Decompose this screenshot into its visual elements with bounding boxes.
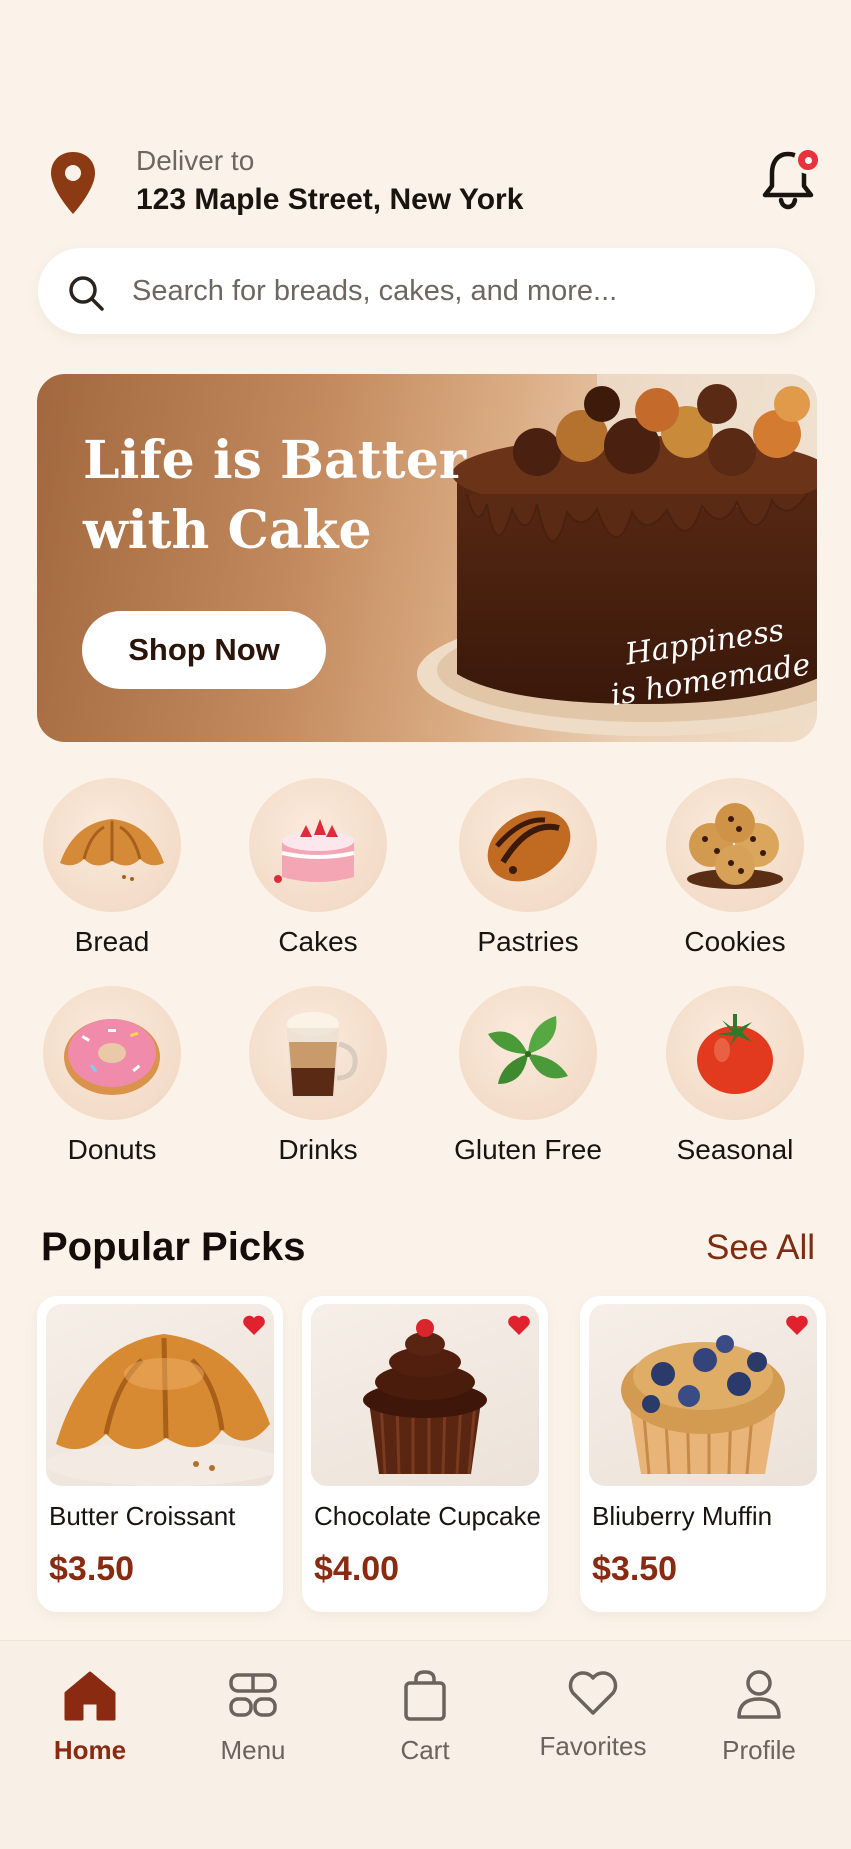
delivery-header: Deliver to 123 Maple Street, New York [48, 140, 822, 220]
category-label: Cookies [684, 926, 786, 957]
see-all-link[interactable]: See All [706, 1228, 815, 1268]
product-card-butter-croissant[interactable]: Butter Croissant $3.50 [37, 1296, 283, 1612]
product-image [589, 1304, 817, 1486]
search-icon [69, 276, 104, 311]
croissant-icon [60, 819, 164, 881]
delivery-address-block[interactable]: Deliver to 123 Maple Street, New York [136, 145, 523, 217]
category-pastries[interactable]: Pastries [438, 778, 618, 958]
product-price: $3.50 [49, 1550, 135, 1588]
coffee-icon [287, 1012, 358, 1098]
notification-badge [794, 146, 822, 174]
shop-now-button[interactable]: Shop Now [82, 611, 326, 689]
grid-icon [229, 1673, 277, 1717]
favorite-heart-icon[interactable] [785, 1314, 809, 1336]
product-image [311, 1304, 539, 1486]
category-seasonal[interactable]: Seasonal [645, 986, 825, 1166]
category-label: Donuts [67, 1134, 157, 1165]
muffin-icon [621, 1335, 785, 1475]
nav-label: Profile [722, 1735, 796, 1765]
bottom-navigation: Home Menu Cart Favorites Profile [0, 1640, 851, 1849]
category-gluten-free[interactable]: Gluten Free [438, 986, 618, 1166]
category-cookies[interactable]: Cookies [645, 778, 825, 958]
donut-icon [64, 1019, 160, 1095]
product-name: Butter Croissant [49, 1501, 236, 1531]
product-name: Chocolate Cupcake [314, 1501, 541, 1531]
nav-label: Favorites [539, 1731, 647, 1761]
product-card-blueberry-muffin[interactable]: Bliuberry Muffin $3.50 [580, 1296, 826, 1612]
category-cakes[interactable]: Cakes [228, 778, 408, 958]
category-drinks[interactable]: Drinks [228, 986, 408, 1166]
user-icon [737, 1670, 781, 1719]
category-label: Bread [74, 926, 150, 957]
category-pastries-thumb [459, 778, 597, 912]
banner-title: Life is Batter with Cake [83, 430, 467, 561]
category-label: Seasonal [676, 1134, 794, 1165]
delivery-address: 123 Maple Street, New York [136, 183, 524, 216]
search-input[interactable] [132, 248, 782, 334]
category-label: Drinks [278, 1134, 358, 1165]
nav-home[interactable]: Home [15, 1669, 165, 1766]
promo-banner[interactable]: Life is Batter with Cake Shop Now Happin… [37, 374, 817, 742]
product-name: Bliuberry Muffin [592, 1501, 773, 1531]
favorite-heart-icon[interactable] [242, 1314, 266, 1336]
category-label: Cakes [278, 926, 358, 957]
popular-picks-title: Popular Picks [41, 1225, 306, 1269]
croissant-icon [46, 1334, 274, 1486]
cookie-icon [687, 803, 783, 889]
nav-label: Cart [400, 1735, 450, 1765]
leaf-icon [488, 1016, 568, 1084]
category-drinks-thumb [249, 986, 387, 1120]
favorite-heart-icon[interactable] [507, 1314, 531, 1336]
product-card-chocolate-cupcake[interactable]: Chocolate Cupcake $4.00 [302, 1296, 548, 1612]
category-seasonal-thumb [666, 986, 804, 1120]
search-bar[interactable] [38, 248, 815, 334]
cake-icon [274, 819, 355, 883]
nav-favorites[interactable]: Favorites [518, 1669, 668, 1762]
pastry-icon [487, 810, 571, 882]
tomato-icon [697, 1014, 773, 1094]
nav-menu[interactable]: Menu [178, 1669, 328, 1766]
category-bread[interactable]: Bread [22, 778, 202, 958]
category-bread-thumb [43, 778, 181, 912]
home-icon [64, 1671, 116, 1721]
nav-label: Home [53, 1735, 127, 1765]
cupcake-icon [363, 1319, 487, 1475]
product-price: $4.00 [314, 1550, 400, 1588]
product-image [46, 1304, 274, 1486]
nav-profile[interactable]: Profile [684, 1669, 834, 1766]
category-cakes-thumb [249, 778, 387, 912]
category-label: Pastries [477, 926, 579, 957]
heart-icon [568, 1671, 618, 1715]
nav-label: Menu [220, 1735, 286, 1765]
category-gluten-free-thumb [459, 986, 597, 1120]
category-donuts-thumb [43, 986, 181, 1120]
nav-cart[interactable]: Cart [350, 1669, 500, 1766]
category-cookies-thumb [666, 778, 804, 912]
notification-button[interactable] [760, 146, 822, 210]
deliver-to-label: Deliver to [136, 145, 255, 176]
map-pin-icon[interactable] [48, 150, 98, 216]
category-label: Gluten Free [454, 1134, 602, 1165]
shopping-bag-icon [404, 1670, 446, 1721]
product-price: $3.50 [592, 1550, 678, 1588]
category-donuts[interactable]: Donuts [22, 986, 202, 1166]
